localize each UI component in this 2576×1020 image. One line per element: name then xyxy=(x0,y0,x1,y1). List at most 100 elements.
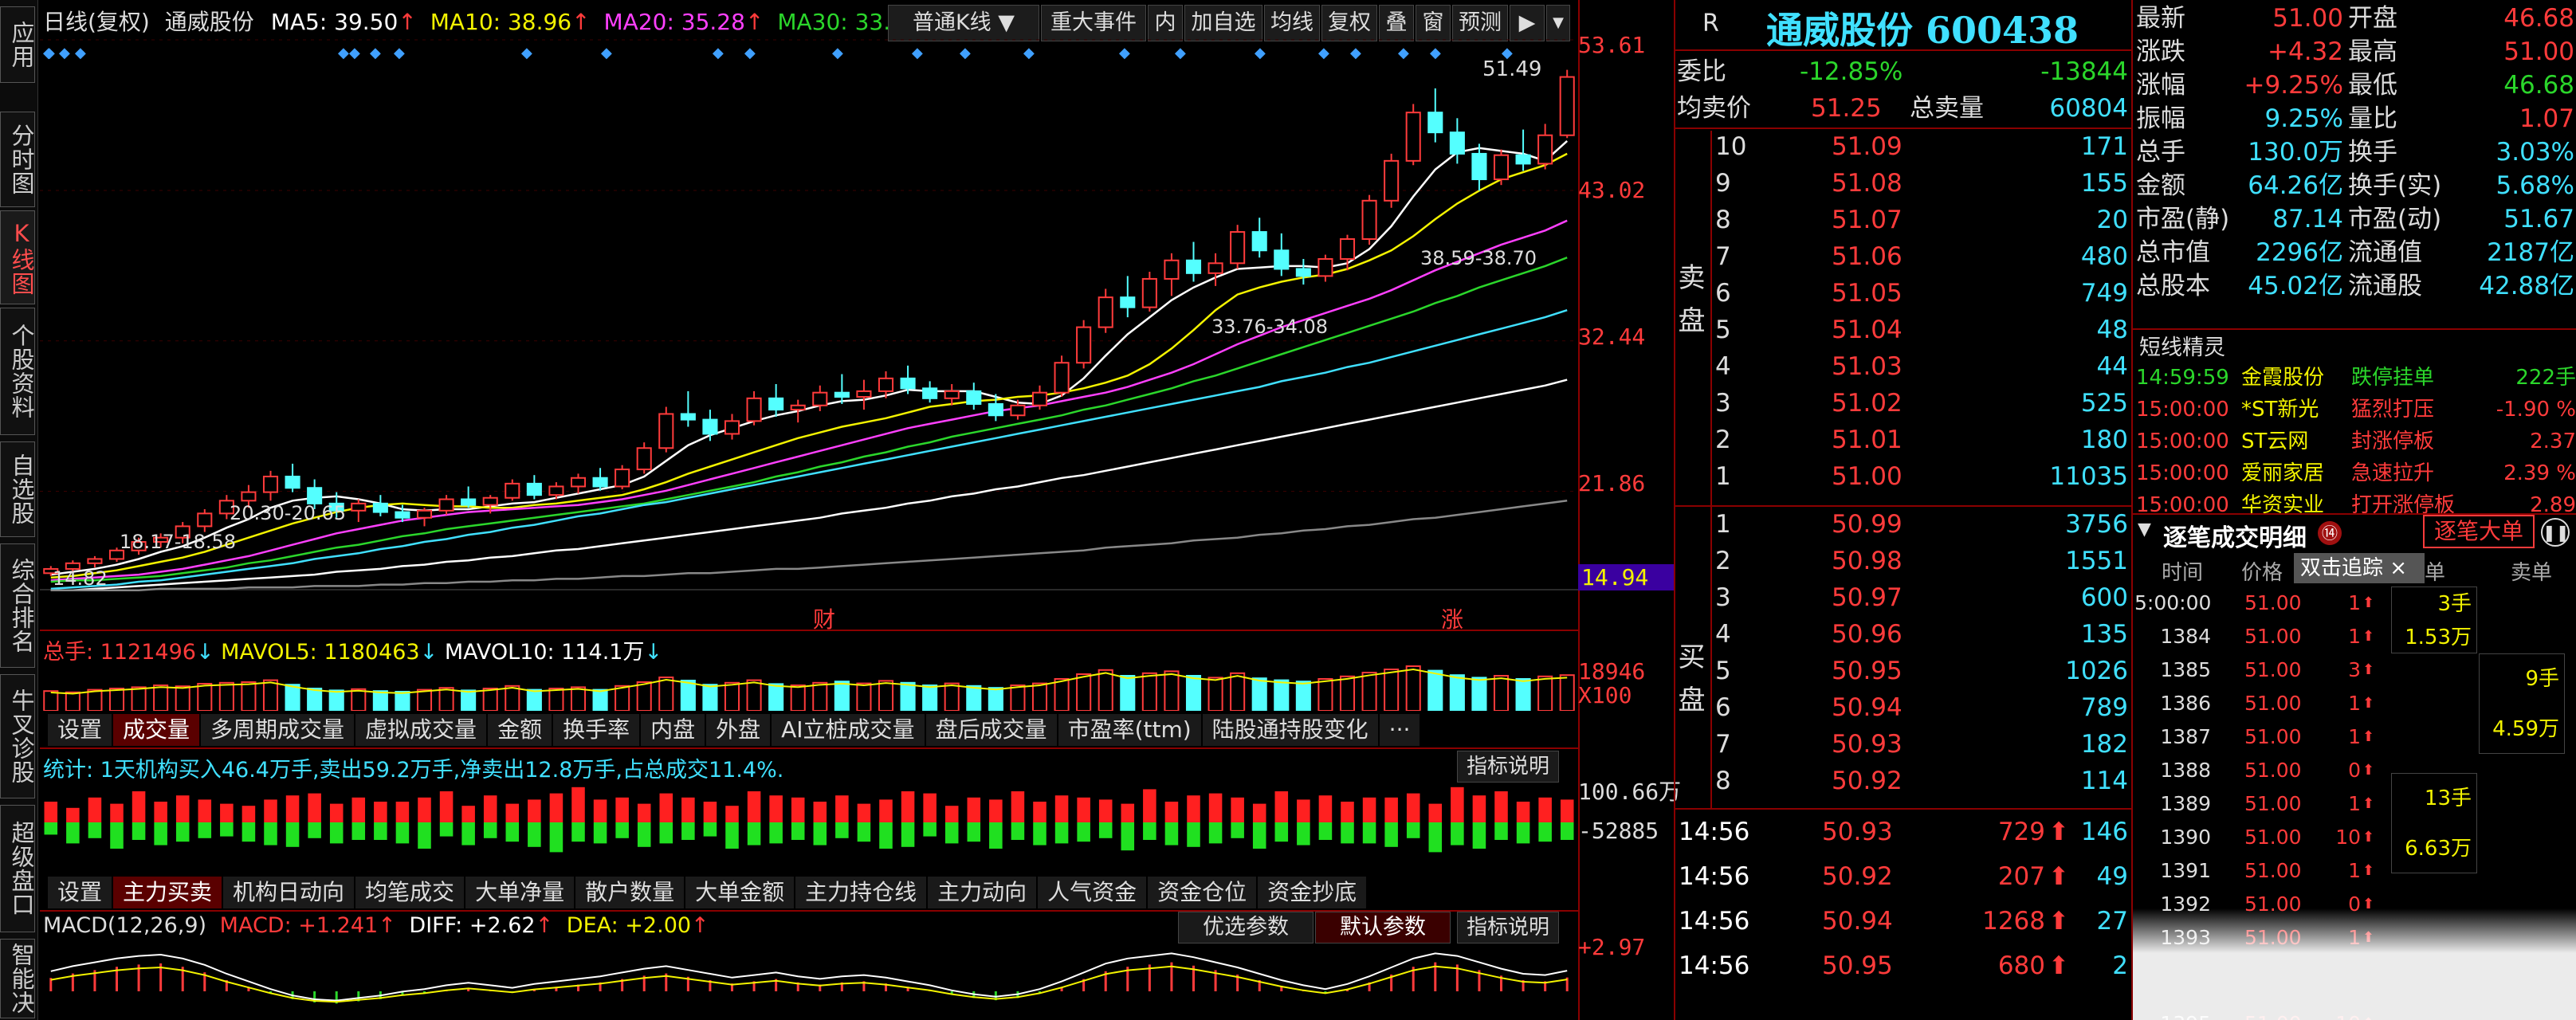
arrow-up-icon: ⬆ xyxy=(2362,594,2375,611)
tick-row[interactable]: 14:56 50.92 207 ⬆ 49 xyxy=(1677,856,2131,897)
tick-row[interactable]: 14:56 50.93 729 ⬆ 146 xyxy=(1677,811,2131,853)
trade-time: 1391 xyxy=(2160,859,2211,882)
big-order-block[interactable]: 9手 4.59万 xyxy=(2479,653,2565,754)
indicator-tab[interactable]: 主力动向 xyxy=(928,877,1039,908)
buy-order-row[interactable]: 1 50.99 3756 xyxy=(1712,507,2133,542)
sidebar-tab-diagnosis[interactable]: 牛叉诊股 xyxy=(0,674,35,798)
buy-order-row[interactable]: 3 50.97 600 xyxy=(1712,580,2133,615)
tick-row[interactable]: 14:56 50.94 1268 ⬆ 27 xyxy=(1677,900,2131,942)
default-params-button[interactable]: 默认参数 xyxy=(1315,912,1451,944)
volume-bar xyxy=(328,689,344,711)
candle-body xyxy=(1230,231,1246,265)
pause-icon[interactable]: ❚❚ xyxy=(2541,518,2570,547)
sell-order-row[interactable]: 3 51.02 525 xyxy=(1712,386,2133,421)
big-order-block[interactable]: 13手 6.63万 xyxy=(2391,773,2477,873)
close-icon[interactable]: × xyxy=(2389,556,2407,580)
indicator-tab[interactable]: 散户数量 xyxy=(575,877,686,908)
sell-order-row[interactable]: 5 51.04 48 xyxy=(1712,312,2133,347)
volume-bar xyxy=(1449,674,1465,711)
indicator-tab[interactable]: 陆股通持股变化 xyxy=(1202,714,1380,746)
indicator-tab[interactable]: 市盈率(ttm) xyxy=(1058,714,1203,746)
sidebar-tab-decision[interactable]: 智能决 xyxy=(0,939,35,1018)
sidebar-tab-kline[interactable]: K线图 xyxy=(0,210,35,304)
trade-row[interactable]: 5:00:00 51.00 1 ⬆ xyxy=(2133,586,2375,620)
sell-order-row[interactable]: 8 51.07 20 xyxy=(1712,202,2133,237)
buy-order-row[interactable]: 2 50.98 1551 xyxy=(1712,543,2133,579)
trade-row[interactable]: 1385 51.00 3 ⬆ xyxy=(2133,653,2374,687)
flow-axis-top: 100.66万 xyxy=(1578,779,1682,805)
indicator-tab[interactable]: ··· xyxy=(1379,714,1422,746)
sell-order-row[interactable]: 9 51.08 155 xyxy=(1712,166,2133,201)
indicator-tab[interactable]: 设置 xyxy=(48,877,114,908)
big-orders-button[interactable]: 逐笔大单 xyxy=(2423,515,2535,548)
big-order-block[interactable]: 3手 1.53万 xyxy=(2391,586,2477,653)
sidebar-tab-superdepth[interactable]: 超级盘口 xyxy=(0,805,35,932)
shortline-row[interactable]: 15:00:00 *ST新光 猛烈打压 -1.90 % xyxy=(2136,394,2576,426)
shortline-row[interactable]: 15:00:00 爱丽家居 急速拉升 2.39 % xyxy=(2136,457,2576,489)
indicator-tab[interactable]: 均笔成交 xyxy=(355,877,466,908)
outflow-bar xyxy=(374,822,387,840)
quote-panel: 最新 51.00 开盘 46.68 涨跌 +4.32 最高 51.00 涨幅 +9.25% 最低 46… xyxy=(2133,0,2576,330)
indicator-tab[interactable]: 虚拟成交量 xyxy=(355,714,489,746)
volume-chart[interactable] xyxy=(40,661,1578,711)
macd-chart[interactable] xyxy=(40,944,1578,1020)
sell-order-row[interactable]: 4 51.03 44 xyxy=(1712,349,2133,384)
track-tooltip[interactable]: 双击追踪 × xyxy=(2294,553,2425,583)
indicator-tab[interactable]: 设置 xyxy=(48,714,114,746)
buy-order-row[interactable]: 6 50.94 789 xyxy=(1712,690,2133,725)
sidebar-tab-profile[interactable]: 个股资料 xyxy=(0,308,35,435)
indicator-tab[interactable]: 资金抄底 xyxy=(1258,877,1368,908)
shortline-row[interactable]: 14:59:59 金霞股份 跌停挂单 222手 xyxy=(2136,362,2576,394)
buy-order-row[interactable]: 8 50.92 114 xyxy=(1712,763,2133,798)
sidebar-tab-timeshare[interactable]: 分时图 xyxy=(0,112,35,207)
preferred-params-button[interactable]: 优选参数 xyxy=(1178,912,1314,944)
indicator-tab[interactable]: 人气资金 xyxy=(1038,877,1149,908)
sell-order-row[interactable]: 1 51.00 11035 xyxy=(1712,459,2133,494)
sidebar-tab-ranking[interactable]: 综合排名 xyxy=(0,543,35,668)
trade-row[interactable]: 1386 51.00 1 ⬆ xyxy=(2133,687,2374,720)
buy-order-row[interactable]: 7 50.93 182 xyxy=(1712,727,2133,762)
indicator-tab[interactable]: 成交量 xyxy=(113,714,202,746)
indicator-tab[interactable]: 资金仓位 xyxy=(1148,877,1259,908)
indicator-tab[interactable]: 外盘 xyxy=(706,714,772,746)
shortline-value: 2.39 % xyxy=(2503,461,2576,485)
sell-order-row[interactable]: 2 51.01 180 xyxy=(1712,422,2133,457)
trade-row[interactable]: 1387 51.00 1 ⬆ xyxy=(2133,720,2374,754)
indicator-tab[interactable]: 多周期成交量 xyxy=(201,714,356,746)
order-price: 51.06 xyxy=(1832,242,1903,271)
sell-order-row[interactable]: 6 51.05 749 xyxy=(1712,276,2133,311)
indicator-tab[interactable]: 主力持仓线 xyxy=(795,877,929,908)
indicator-tab[interactable]: 机构日动向 xyxy=(223,877,356,908)
candle-body xyxy=(680,413,696,421)
buy-order-row[interactable]: 4 50.96 135 xyxy=(1712,617,2133,652)
sell-order-row[interactable]: 7 51.06 480 xyxy=(1712,239,2133,274)
buy-order-row[interactable]: 5 50.95 1026 xyxy=(1712,653,2133,688)
volume-bar xyxy=(592,688,608,711)
indicator-tab[interactable]: 内盘 xyxy=(641,714,707,746)
indicator-tab[interactable]: 盘后成交量 xyxy=(925,714,1058,746)
order-price: 50.95 xyxy=(1832,657,1903,685)
trade-row[interactable]: 1391 51.00 1 ⬆ xyxy=(2133,854,2374,888)
trade-row[interactable]: 1390 51.00 10 ⬆ xyxy=(2133,821,2374,854)
trade-row[interactable]: 1389 51.00 1 ⬆ xyxy=(2133,787,2374,821)
tick-row[interactable]: 14:56 50.95 680 ⬆ 2 xyxy=(1677,945,2131,987)
indicator-tab[interactable]: 金额 xyxy=(488,714,554,746)
sidebar-tab-app[interactable]: 应用 xyxy=(0,6,35,83)
collapse-triangle-icon[interactable]: ▼ xyxy=(2138,520,2151,539)
institution-explain-button[interactable]: 指标说明 xyxy=(1457,751,1559,783)
sidebar-tab-watchlist[interactable]: 自选股 xyxy=(0,441,35,537)
mavol-line xyxy=(50,668,1568,695)
indicator-tab[interactable]: 大单净量 xyxy=(465,877,576,908)
shortline-row[interactable]: 15:00:00 ST云网 封涨停板 2.37 xyxy=(2136,426,2576,457)
trade-row[interactable]: 1384 51.00 1 ⬆ xyxy=(2133,620,2374,653)
institution-flow-chart[interactable] xyxy=(40,781,1578,861)
indicator-tab[interactable]: 主力买卖 xyxy=(113,877,224,908)
indicator-tab[interactable]: 大单金额 xyxy=(685,877,796,908)
macd-explain-button[interactable]: 指标说明 xyxy=(1457,912,1559,944)
trade-row[interactable]: 1388 51.00 0 ⬆ xyxy=(2133,754,2374,787)
sell-order-row[interactable]: 10 51.09 171 xyxy=(1712,129,2133,164)
kline-chart[interactable] xyxy=(40,32,1578,630)
indicator-tab[interactable]: AI立桩成交量 xyxy=(772,714,926,746)
inflow-bar xyxy=(242,806,256,822)
indicator-tab[interactable]: 换手率 xyxy=(553,714,642,746)
